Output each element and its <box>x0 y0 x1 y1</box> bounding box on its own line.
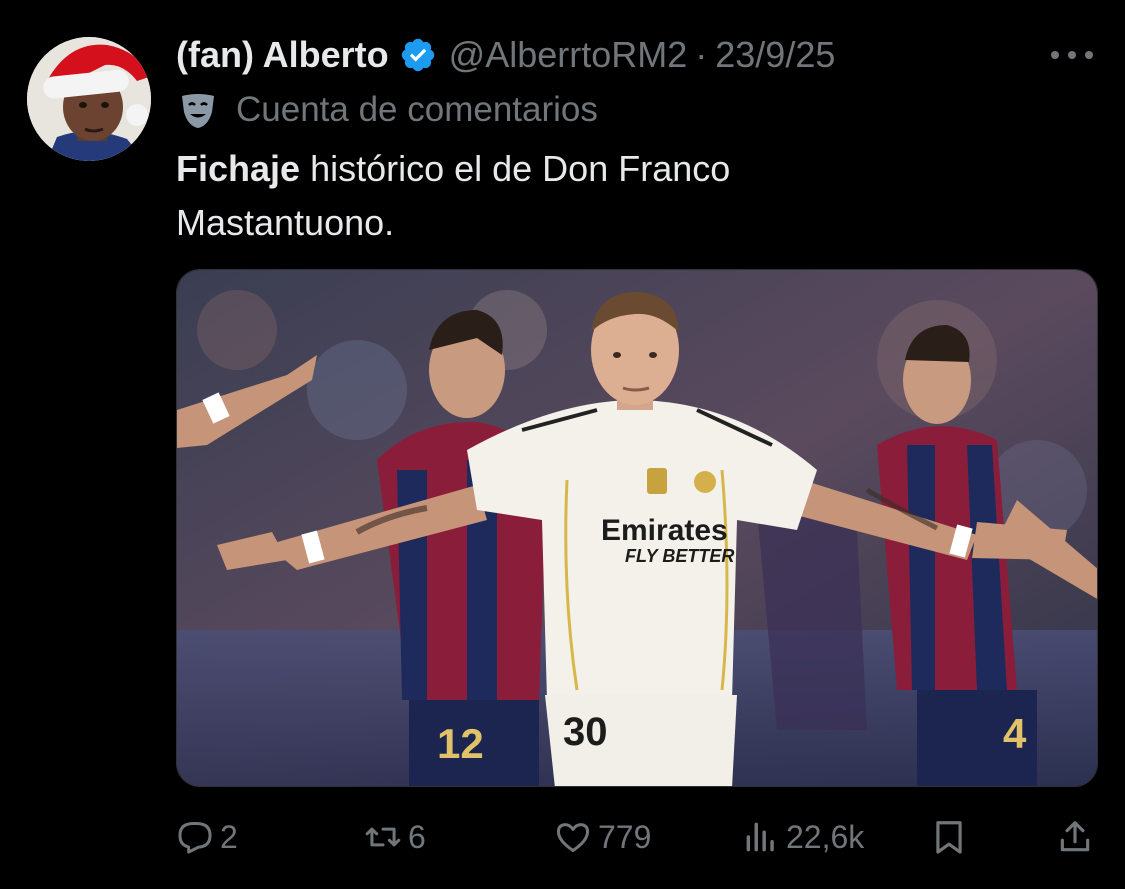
share-icon <box>1060 821 1090 852</box>
repost-button[interactable]: 6 <box>364 812 426 862</box>
theater-mask-icon <box>182 94 214 128</box>
author-display-name[interactable]: (fan) Alberto <box>176 34 389 76</box>
verified-badge-icon <box>401 38 434 72</box>
bookmark-button[interactable] <box>930 812 974 862</box>
tweet-text-line2: Mastantuono. <box>176 202 395 243</box>
jersey-sponsor: Emirates <box>601 514 728 547</box>
tweet-date[interactable]: 23/9/25 <box>715 34 835 76</box>
tweet-text: Fichaje histórico el de Don Franco Masta… <box>176 142 1076 250</box>
tweet-text-bold: Fichaje <box>176 148 301 189</box>
separator-dot: · <box>695 34 708 75</box>
player-number: 30 <box>563 710 608 754</box>
dot-icon <box>1085 51 1093 59</box>
tweet-photo[interactable]: 12 4 Emirates FLY BETTER 30 <box>176 269 1098 787</box>
repost-icon <box>365 827 401 847</box>
opponent-number-left: 12 <box>437 720 484 767</box>
share-button[interactable] <box>1056 812 1100 862</box>
tweet[interactable]: (fan) Alberto @AlberrtoRM2 · 23/9/25 Cue… <box>0 0 1125 889</box>
views-chart-icon <box>746 822 774 852</box>
tweet-header: (fan) Alberto @AlberrtoRM2 · 23/9/25 <box>176 30 835 80</box>
views-button[interactable]: 22,6k <box>742 812 864 862</box>
dot-icon <box>1051 51 1059 59</box>
heart-icon <box>556 823 590 852</box>
reply-button[interactable]: 2 <box>176 812 238 862</box>
jersey-tagline: FLY BETTER <box>625 546 734 566</box>
repost-count: 6 <box>408 818 426 855</box>
tweet-text-line1: histórico el de Don Franco <box>300 148 731 189</box>
like-count: 779 <box>598 818 652 855</box>
reply-icon <box>178 822 212 854</box>
opponent-number-right: 4 <box>1003 710 1027 757</box>
bookmark-icon <box>936 821 962 854</box>
avatar[interactable] <box>27 37 151 161</box>
dot-icon <box>1068 51 1076 59</box>
account-label[interactable]: Cuenta de comentarios <box>178 88 598 132</box>
tweet-actions: 2 6 779 22,6k <box>176 812 1096 862</box>
like-button[interactable]: 779 <box>554 812 651 862</box>
view-count: 22,6k <box>786 818 865 855</box>
more-options-button[interactable] <box>1051 40 1093 70</box>
account-label-text: Cuenta de comentarios <box>236 90 598 129</box>
author-handle[interactable]: @AlberrtoRM2 <box>449 34 688 76</box>
reply-count: 2 <box>220 818 238 855</box>
